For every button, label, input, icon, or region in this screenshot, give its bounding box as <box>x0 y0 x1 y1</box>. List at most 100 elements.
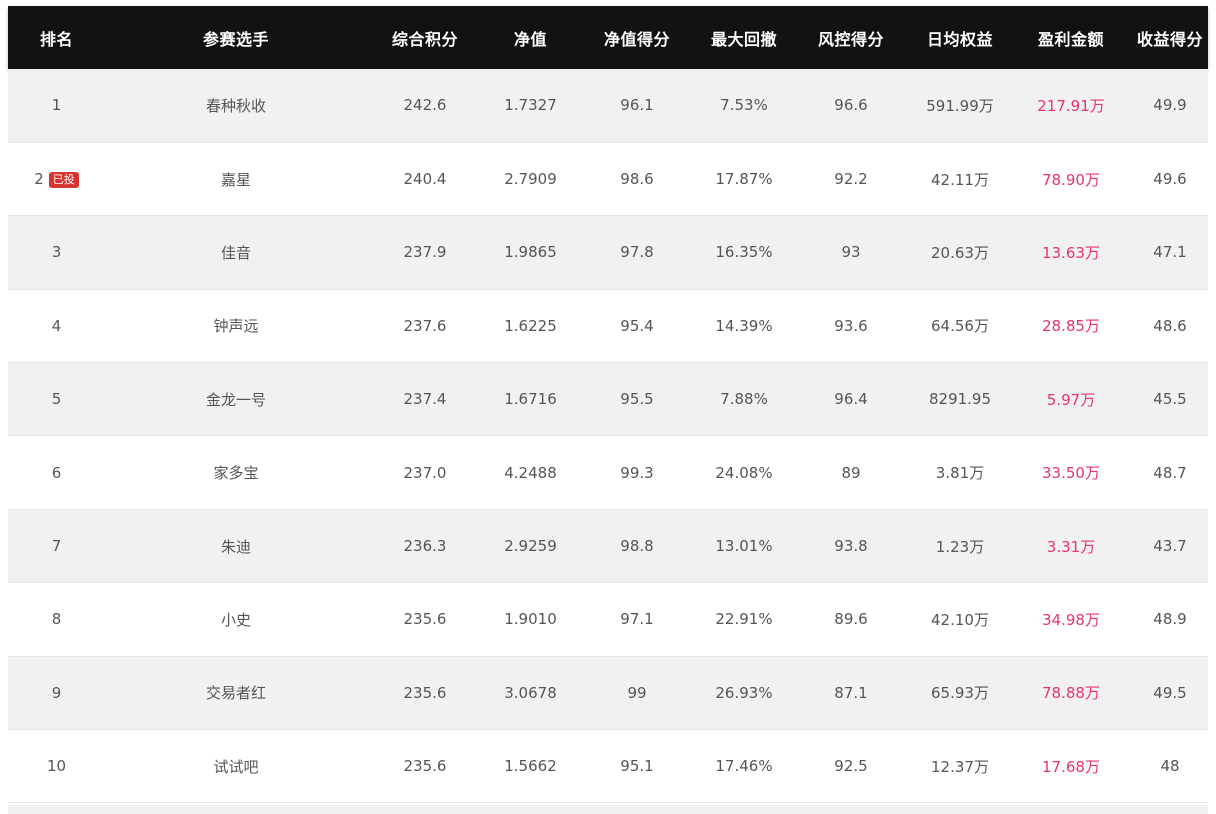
cell-profit: 13.63万 <box>1042 243 1100 262</box>
cell-profit: 33.50万 <box>1042 464 1100 483</box>
cell-rank: 10 <box>8 730 105 803</box>
ranking-table: 排名 参赛选手 综合积分 净值 净值得分 最大回撤 风控得分 日均权益 盈利金额… <box>8 6 1208 803</box>
cell-max-drawdown: 17.87% <box>715 170 773 189</box>
cell-risk-score: 96.6 <box>834 96 868 115</box>
cell-return-score: 47.1 <box>1153 243 1187 262</box>
ranking-table-container: 排名 参赛选手 综合积分 净值 净值得分 最大回撤 风控得分 日均权益 盈利金额… <box>8 6 1208 803</box>
cell-nav-score: 96.1 <box>620 96 654 115</box>
cell-player[interactable]: 交易者红 <box>105 656 367 729</box>
cell-risk-score: 87.1 <box>834 683 868 702</box>
rank-number: 3 <box>51 243 62 262</box>
cell-avg-equity: 65.93万 <box>931 684 989 703</box>
cell-risk-score: 92.2 <box>834 170 868 189</box>
cell-nav-score: 98.6 <box>620 170 654 189</box>
cell-score: 235.6 <box>403 610 447 629</box>
cell-player[interactable]: 嘉星 <box>105 142 367 215</box>
table-bottom-row-edge <box>8 805 1208 814</box>
rank-number: 8 <box>51 610 62 629</box>
table-row[interactable]: 10 试试吧 235.6 1.5662 95.1 17.46% 92.5 12.37万 17.6… <box>8 729 1208 803</box>
cell-return-score: 48.9 <box>1153 610 1187 629</box>
cell-player[interactable]: 佳音 <box>105 216 367 289</box>
header-profit[interactable]: 盈利金额 <box>1010 6 1132 69</box>
cell-score: 237.4 <box>403 390 447 409</box>
header-avg-equity[interactable]: 日均权益 <box>910 6 1010 69</box>
table-row[interactable]: 9 交易者红 235.6 3.0678 99 26.93% 87.1 65.93万 78.88万… <box>8 656 1208 730</box>
header-risk-score[interactable]: 风控得分 <box>792 6 910 69</box>
cell-max-drawdown: 16.35% <box>715 243 773 262</box>
table-row[interactable]: 5 金龙一号 237.4 1.6716 95.5 7.88% 96.4 8291.95 5.97… <box>8 362 1208 436</box>
table-body: 1 春种秋收 242.6 1.7327 96.1 7.53% 96.6 591.99万 217.… <box>8 69 1208 803</box>
cell-max-drawdown: 22.91% <box>715 610 773 629</box>
table-row[interactable]: 7 朱迪 236.3 2.9259 98.8 13.01% 93.8 1.23万 3.31万 43… <box>8 509 1208 583</box>
cell-max-drawdown: 14.39% <box>715 316 773 335</box>
cell-player[interactable]: 朱迪 <box>105 509 367 582</box>
cell-profit: 34.98万 <box>1042 610 1100 629</box>
rank-number: 2 <box>34 170 44 189</box>
cell-profit: 28.85万 <box>1042 317 1100 336</box>
cell-rank: 7 <box>8 509 105 582</box>
cell-profit: 78.88万 <box>1042 684 1100 703</box>
cell-max-drawdown: 24.08% <box>715 463 773 482</box>
table-row[interactable]: 8 小史 235.6 1.9010 97.1 22.91% 89.6 42.10万 34.98万… <box>8 582 1208 657</box>
header-nav[interactable]: 净值 <box>483 6 578 69</box>
cell-avg-equity: 42.10万 <box>931 610 989 629</box>
cell-max-drawdown: 7.53% <box>720 96 768 115</box>
cell-risk-score: 93.6 <box>834 316 868 335</box>
cell-rank: 5 <box>8 363 105 436</box>
cell-risk-score: 93.8 <box>834 537 868 556</box>
cell-nav: 4.2488 <box>504 463 557 482</box>
cell-player[interactable]: 试试吧 <box>105 730 367 803</box>
cell-nav: 2.9259 <box>504 537 557 556</box>
cell-risk-score: 96.4 <box>834 390 868 409</box>
rank-number: 10 <box>46 757 67 776</box>
header-max-drawdown[interactable]: 最大回撤 <box>696 6 792 69</box>
cell-player[interactable]: 金龙一号 <box>105 363 367 436</box>
cell-rank: 9 <box>8 656 105 729</box>
cell-score: 237.9 <box>403 243 447 262</box>
cell-rank: 4 <box>8 289 105 362</box>
cell-player[interactable]: 春种秋收 <box>105 69 367 142</box>
cell-score: 235.6 <box>403 683 447 702</box>
cell-return-score: 49.6 <box>1153 170 1187 189</box>
cell-score: 242.6 <box>403 96 447 115</box>
header-return-score[interactable]: 收益得分 <box>1132 6 1208 69</box>
cell-nav-score: 98.8 <box>620 537 654 556</box>
rank-number: 1 <box>51 96 62 115</box>
cell-risk-score: 93 <box>841 243 861 262</box>
header-row: 排名 参赛选手 综合积分 净值 净值得分 最大回撤 风控得分 日均权益 盈利金额… <box>8 6 1208 69</box>
rank-number: 6 <box>51 463 62 482</box>
cell-profit: 17.68万 <box>1042 757 1100 776</box>
cell-nav: 1.5662 <box>504 757 557 776</box>
cell-rank: 8 <box>8 583 105 656</box>
header-score[interactable]: 综合积分 <box>367 6 483 69</box>
cell-nav: 1.9010 <box>504 610 557 629</box>
table-row[interactable]: 6 家多宝 237.0 4.2488 99.3 24.08% 89 3.81万 33.50万 48… <box>8 435 1208 510</box>
table-row[interactable]: 1 春种秋收 242.6 1.7327 96.1 7.53% 96.6 591.99万 217.… <box>8 69 1208 143</box>
table-row[interactable]: 3 佳音 237.9 1.9865 97.8 16.35% 93 20.63万 13.63万 47… <box>8 215 1208 290</box>
cell-avg-equity: 64.56万 <box>931 317 989 336</box>
cell-player[interactable]: 小史 <box>105 583 367 656</box>
header-rank[interactable]: 排名 <box>8 6 105 69</box>
cell-nav-score: 95.4 <box>620 316 654 335</box>
cell-return-score: 43.7 <box>1153 537 1187 556</box>
cell-return-score: 49.9 <box>1153 96 1187 115</box>
cell-nav-score: 95.1 <box>620 757 654 776</box>
cell-rank: 6 <box>8 436 105 509</box>
cell-max-drawdown: 26.93% <box>715 683 773 702</box>
header-nav-score[interactable]: 净值得分 <box>578 6 696 69</box>
cell-player[interactable]: 钟声远 <box>105 289 367 362</box>
table-row[interactable]: 4 钟声远 237.6 1.6225 95.4 14.39% 93.6 64.56万 28.85… <box>8 289 1208 363</box>
cell-profit: 3.31万 <box>1046 537 1096 556</box>
rank-number: 7 <box>51 537 62 556</box>
header-player[interactable]: 参赛选手 <box>105 6 367 69</box>
cell-score: 235.6 <box>403 757 447 776</box>
cell-nav-score: 97.1 <box>620 610 654 629</box>
cell-nav: 2.7909 <box>504 170 557 189</box>
cell-nav: 1.7327 <box>504 96 557 115</box>
cell-avg-equity: 3.81万 <box>935 464 985 483</box>
cell-risk-score: 89.6 <box>834 610 868 629</box>
cell-score: 236.3 <box>403 537 447 556</box>
cell-player[interactable]: 家多宝 <box>105 436 367 509</box>
table-row[interactable]: 2 已投 嘉星 240.4 2.7909 98.6 17.87% 92.2 42.11万 78.9… <box>8 142 1208 216</box>
cell-avg-equity: 20.63万 <box>931 243 989 262</box>
